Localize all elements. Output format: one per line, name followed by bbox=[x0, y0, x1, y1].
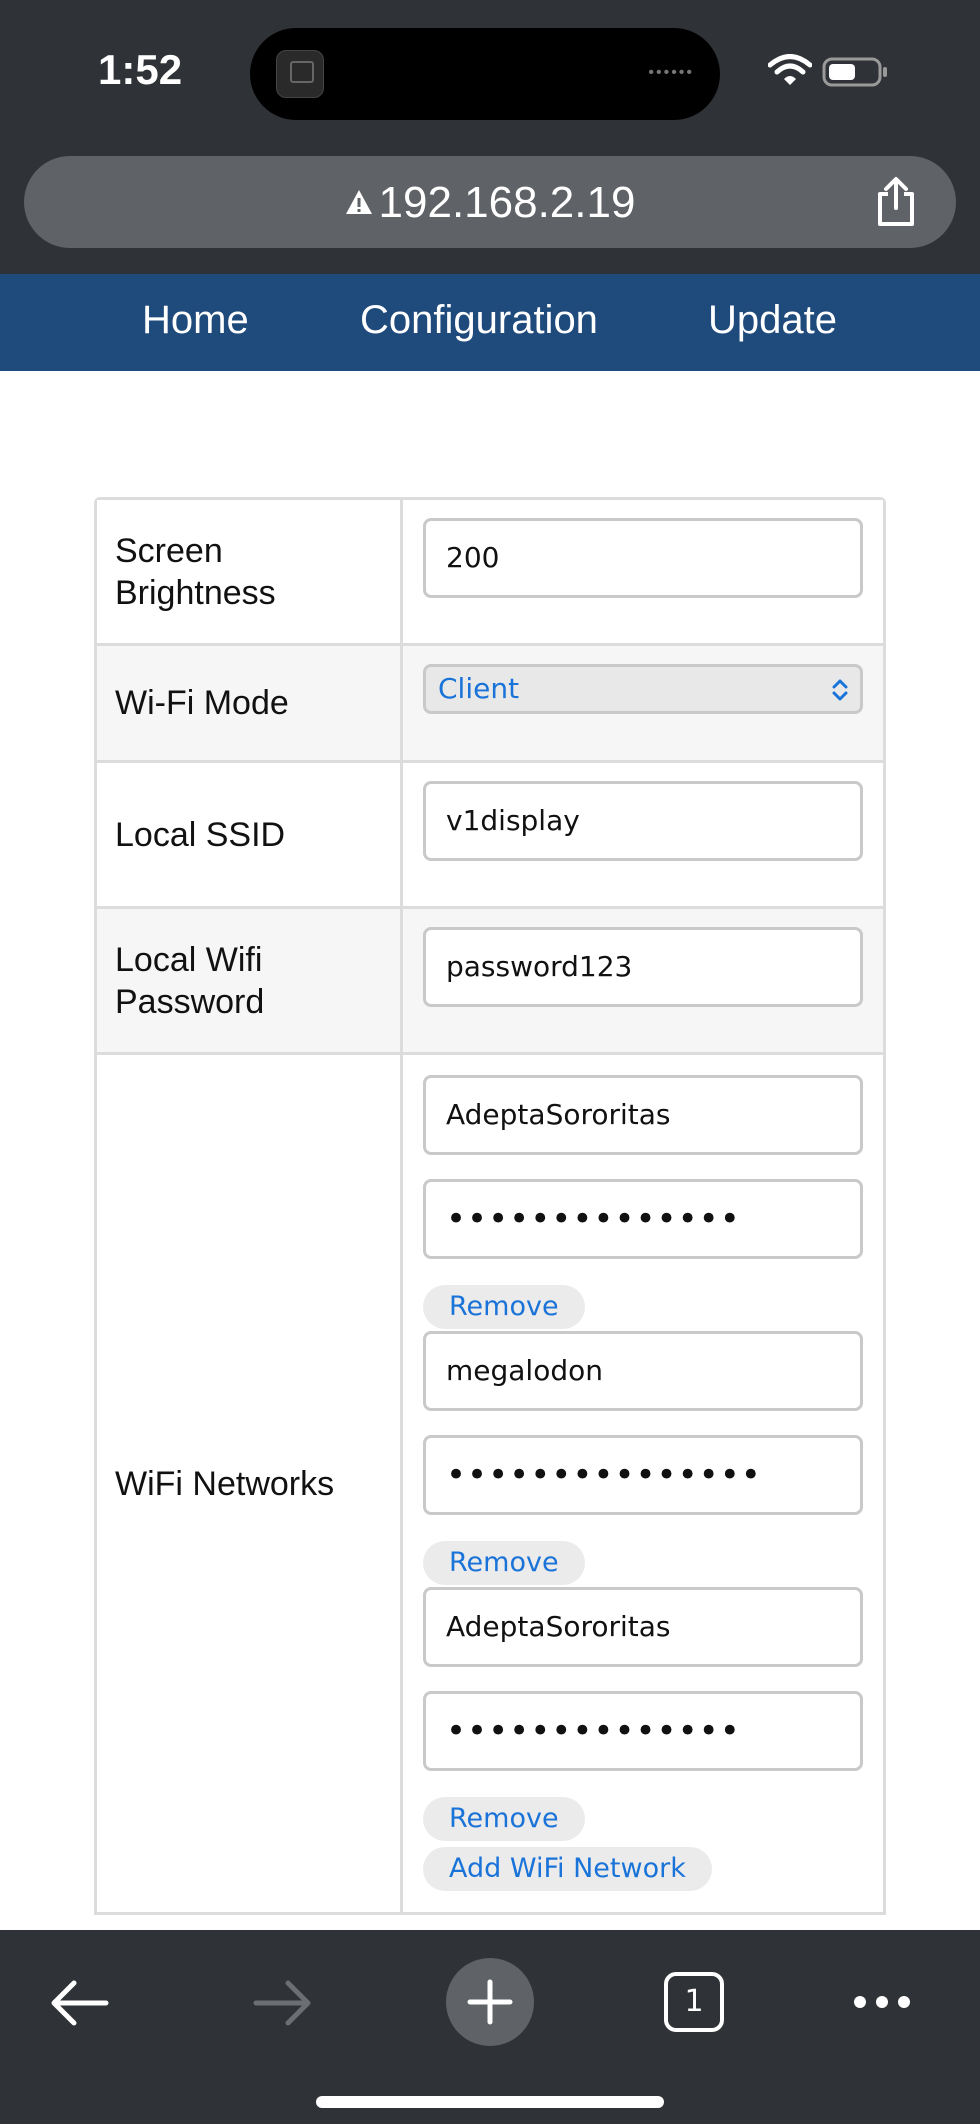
wifi-mode-label: Wi-Fi Mode bbox=[97, 646, 403, 760]
site-nav: Home Configuration Update bbox=[0, 274, 980, 371]
warning-icon bbox=[345, 190, 372, 214]
config-table: Screen Brightness 200 Wi-Fi Mode Client … bbox=[94, 497, 886, 1915]
app-thumbnail-icon bbox=[276, 50, 324, 98]
back-icon[interactable] bbox=[48, 1978, 110, 2028]
wifi-password-input[interactable]: •••••••••••••• bbox=[423, 1691, 863, 1771]
add-wifi-network-button[interactable]: Add WiFi Network bbox=[423, 1847, 712, 1891]
wifi-ssid-input[interactable]: megalodon bbox=[423, 1331, 863, 1411]
wifi-icon bbox=[768, 54, 812, 85]
remove-network-button[interactable]: Remove bbox=[423, 1797, 585, 1841]
tabs-icon[interactable]: 1 bbox=[664, 1972, 724, 2032]
row-wifi-mode: Wi-Fi Mode Client bbox=[97, 646, 883, 763]
more-icon[interactable] bbox=[852, 1992, 912, 2012]
island-dots: •••••• bbox=[648, 64, 694, 81]
plus-icon bbox=[467, 1979, 513, 2025]
row-local-ssid: Local SSID v1display bbox=[97, 763, 883, 909]
status-time: 1:52 bbox=[98, 46, 183, 93]
local-wifi-password-label: Local Wifi Password bbox=[97, 909, 403, 1052]
row-local-wifi-password: Local Wifi Password password123 bbox=[97, 909, 883, 1055]
screen-brightness-label: Screen Brightness bbox=[97, 500, 403, 643]
nav-configuration-link[interactable]: Configuration bbox=[360, 298, 598, 343]
row-screen-brightness: Screen Brightness 200 bbox=[97, 500, 883, 646]
local-ssid-input[interactable]: v1display bbox=[423, 781, 863, 861]
wifi-ssid-input[interactable]: AdeptaSororitas bbox=[423, 1587, 863, 1667]
wifi-password-input[interactable]: ••••••••••••••• bbox=[423, 1435, 863, 1515]
chevron-updown-icon bbox=[832, 679, 848, 701]
dynamic-island: •••••• bbox=[250, 28, 720, 120]
browser-toolbar: 1 bbox=[0, 1930, 980, 2124]
browser-chrome: 1:52 •••••• 192.168.2.19 bbox=[0, 0, 980, 274]
nav-update-link[interactable]: Update bbox=[708, 298, 837, 343]
local-wifi-password-input[interactable]: password123 bbox=[423, 927, 863, 1007]
battery-icon bbox=[822, 57, 887, 87]
url-text: 192.168.2.19 bbox=[378, 178, 636, 227]
new-tab-button[interactable] bbox=[446, 1958, 534, 2046]
wifi-ssid-input[interactable]: AdeptaSororitas bbox=[423, 1075, 863, 1155]
address-bar[interactable]: 192.168.2.19 bbox=[24, 156, 956, 248]
forward-icon[interactable] bbox=[252, 1978, 314, 2028]
local-ssid-label: Local SSID bbox=[97, 763, 403, 906]
wifi-mode-selected-value: Client bbox=[438, 672, 520, 705]
remove-network-button[interactable]: Remove bbox=[423, 1541, 585, 1585]
row-wifi-networks: WiFi Networks AdeptaSororitas ••••••••••… bbox=[97, 1055, 883, 1915]
share-icon[interactable] bbox=[872, 176, 920, 228]
wifi-network-entry: AdeptaSororitas •••••••••••••• Remove bbox=[423, 1075, 863, 1329]
wifi-password-input[interactable]: •••••••••••••• bbox=[423, 1179, 863, 1259]
wifi-networks-label: WiFi Networks bbox=[97, 1055, 403, 1912]
home-indicator bbox=[316, 2096, 664, 2108]
wifi-mode-select[interactable]: Client bbox=[423, 664, 863, 714]
remove-network-button[interactable]: Remove bbox=[423, 1285, 585, 1329]
screen-brightness-input[interactable]: 200 bbox=[423, 518, 863, 598]
wifi-network-entry: AdeptaSororitas •••••••••••••• Remove bbox=[423, 1587, 863, 1841]
wifi-network-entry: megalodon ••••••••••••••• Remove bbox=[423, 1331, 863, 1585]
nav-home-link[interactable]: Home bbox=[142, 298, 249, 343]
